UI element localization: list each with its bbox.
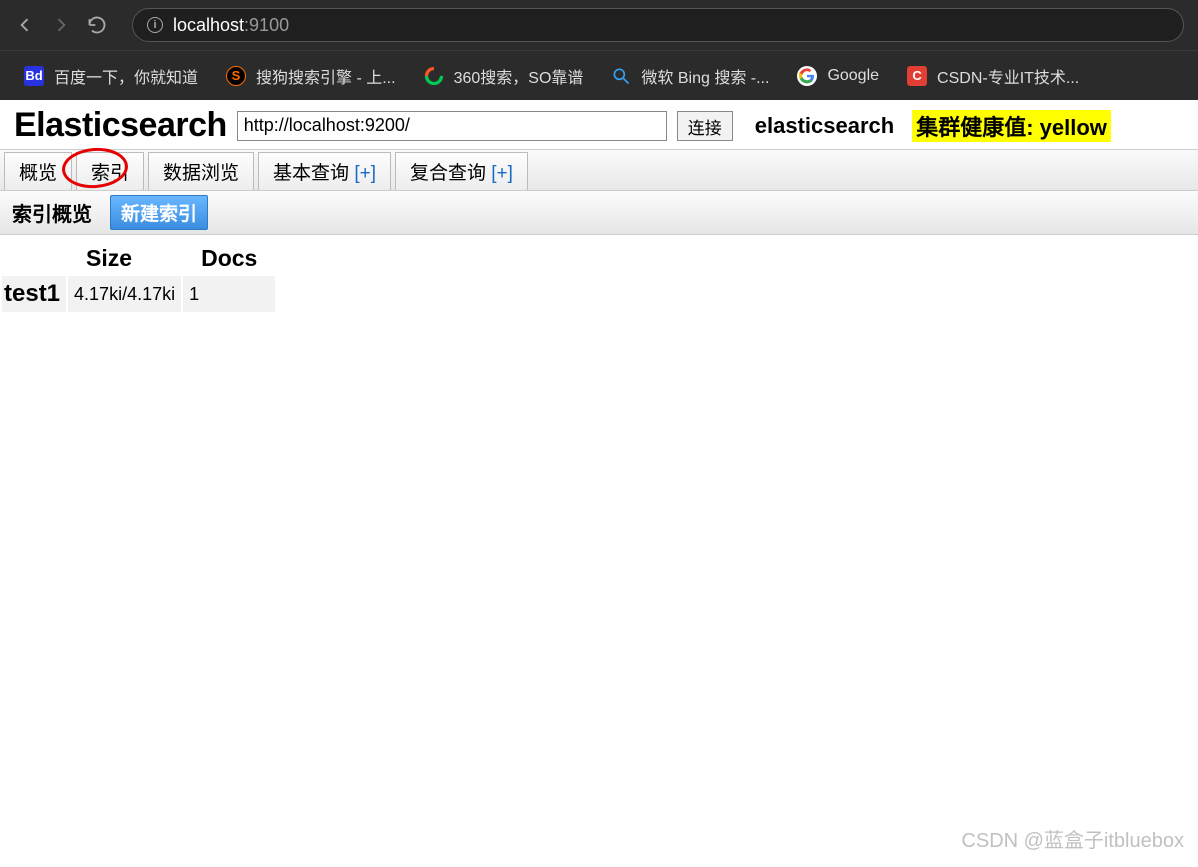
address-bar[interactable]: i localhost:9100 [132,8,1184,42]
tab-structured-query[interactable]: 基本查询 [+] [258,152,391,190]
connect-button[interactable]: 连接 [677,111,733,141]
bookmark-360[interactable]: 360搜索，SO靠谱 [424,64,584,88]
site-info-icon[interactable]: i [147,17,163,33]
tab-browser[interactable]: 数据浏览 [148,152,254,190]
baidu-icon: Bd [24,66,44,86]
reload-button[interactable] [86,14,108,36]
url-text: localhost:9100 [173,15,289,36]
sogou-icon: S [226,66,246,86]
bookmark-label: Google [827,67,879,85]
bookmark-bing[interactable]: 微软 Bing 搜索 -... [611,64,769,88]
tab-any-request[interactable]: 复合查询 [+] [395,152,528,190]
header-row: Elasticsearch 连接 elasticsearch 集群健康值: ye… [0,100,1198,149]
google-icon [797,66,817,86]
bookmark-google[interactable]: Google [797,66,879,86]
bookmark-label: 微软 Bing 搜索 -... [641,64,769,88]
browser-toolbar: i localhost:9100 [0,0,1198,50]
watermark: CSDN @蓝盒子itbluebox [961,824,1184,853]
table-row[interactable]: test1 4.17ki/4.17ki 1 [2,276,275,312]
csdn-icon: C [907,66,927,86]
new-index-button[interactable]: 新建索引 [110,195,208,230]
bookmark-label: 百度一下，你就知道 [54,64,198,88]
url-port: :9100 [244,15,289,35]
url-host: localhost [173,15,244,35]
connect-url-input[interactable] [237,111,667,141]
bookmarks-bar: Bd 百度一下，你就知道 S 搜狗搜索引擎 - 上... 360搜索，SO靠谱 … [0,50,1198,100]
index-name-cell: test1 [2,276,66,312]
subheader: 索引概览 新建索引 [0,191,1198,235]
table-header-row: Size Docs [2,243,275,274]
index-table: Size Docs test1 4.17ki/4.17ki 1 [0,241,277,314]
col-docs: Docs [183,243,275,274]
bookmark-csdn[interactable]: C CSDN-专业IT技术... [907,64,1079,88]
tab-overview[interactable]: 概览 [4,152,72,190]
col-name [2,243,66,274]
page-content: Elasticsearch 连接 elasticsearch 集群健康值: ye… [0,100,1198,314]
logo: Elasticsearch [14,106,227,145]
index-size-cell: 4.17ki/4.17ki [68,276,181,312]
col-size: Size [68,243,181,274]
bookmark-baidu[interactable]: Bd 百度一下，你就知道 [24,64,198,88]
subheader-title: 索引概览 [12,198,92,227]
bookmark-label: 搜狗搜索引擎 - 上... [256,64,396,88]
back-button[interactable] [14,14,36,36]
bookmark-label: CSDN-专业IT技术... [937,64,1079,88]
index-docs-cell: 1 [183,276,275,312]
forward-button[interactable] [50,14,72,36]
360-icon [424,66,444,86]
main-tabs: 概览 索引 数据浏览 基本查询 [+] 复合查询 [+] [0,149,1198,191]
bookmark-label: 360搜索，SO靠谱 [454,64,584,88]
bing-icon [611,66,631,86]
cluster-health-badge: 集群健康值: yellow [912,110,1111,142]
cluster-name: elasticsearch [755,113,894,139]
tab-indices[interactable]: 索引 [76,152,144,190]
bookmark-sogou[interactable]: S 搜狗搜索引擎 - 上... [226,64,396,88]
